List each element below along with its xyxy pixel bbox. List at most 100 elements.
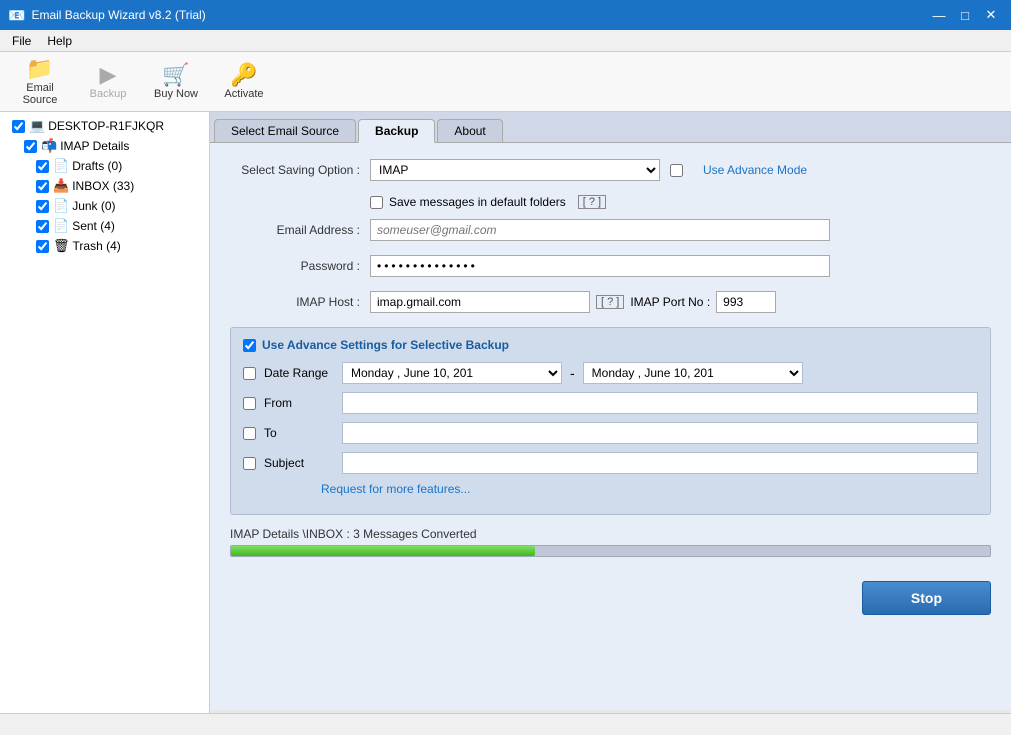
tree-item-root[interactable]: 💻 DESKTOP-R1FJKQR [0, 116, 209, 136]
subject-checkbox[interactable] [243, 457, 256, 470]
date-dash: - [566, 365, 579, 381]
save-default-label: Save messages in default folders [389, 195, 566, 209]
subject-input[interactable] [342, 452, 978, 474]
password-control [370, 255, 830, 277]
email-address-control [370, 219, 830, 241]
tree-label-junk: Junk (0) [72, 199, 115, 213]
date-range-label: Date Range [264, 366, 334, 380]
password-label: Password : [230, 259, 370, 273]
sidebar: 💻 DESKTOP-R1FJKQR 📬 IMAP Details 📄 Draft… [0, 112, 210, 713]
tree-item-sent[interactable]: 📄 Sent (4) [0, 216, 209, 236]
date-range-row: Date Range Monday , June 10, 201 - Monda… [243, 362, 978, 384]
tree-checkbox-junk[interactable] [36, 200, 49, 213]
close-button[interactable]: ✕ [979, 5, 1003, 25]
advance-settings-label: Use Advance Settings for Selective Backu… [262, 338, 509, 352]
menu-help[interactable]: Help [39, 32, 80, 49]
backup-label: Backup [90, 88, 127, 100]
buy-now-button[interactable]: 🛒 Buy Now [144, 56, 208, 108]
from-row: From [243, 392, 978, 414]
save-default-row: Save messages in default folders [ ? ] [370, 195, 991, 209]
status-bar [0, 713, 1011, 735]
tab-about[interactable]: About [437, 119, 502, 142]
tree-item-drafts[interactable]: 📄 Drafts (0) [0, 156, 209, 176]
to-input[interactable] [342, 422, 978, 444]
tree-checkbox-root[interactable] [12, 120, 25, 133]
tab-content-backup: Select Saving Option : IMAP PST EML MBOX… [210, 143, 1011, 710]
stop-button-row: Stop [230, 581, 991, 615]
to-row: To [243, 422, 978, 444]
imap-host-row: IMAP Host : [ ? ] IMAP Port No : [230, 291, 991, 313]
menu-file[interactable]: File [4, 32, 39, 49]
date-to-select[interactable]: Monday , June 10, 201 [583, 362, 803, 384]
from-checkbox[interactable] [243, 397, 256, 410]
email-source-icon: 📁 [26, 58, 53, 80]
imap-host-control: [ ? ] IMAP Port No : [370, 291, 830, 313]
backup-icon: ▶ [100, 64, 117, 86]
tree-label-root: DESKTOP-R1FJKQR [48, 119, 164, 133]
tab-bar: Select Email Source Backup About [210, 112, 1011, 143]
imap-host-input[interactable] [370, 291, 590, 313]
tree-checkbox-drafts[interactable] [36, 160, 49, 173]
progress-text: IMAP Details \INBOX : 3 Messages Convert… [230, 527, 991, 541]
date-range-checkbox[interactable] [243, 367, 256, 380]
menu-bar: File Help [0, 30, 1011, 52]
tree-item-inbox[interactable]: 📥 INBOX (33) [0, 176, 209, 196]
tab-backup[interactable]: Backup [358, 119, 435, 143]
saving-option-row: Select Saving Option : IMAP PST EML MBOX… [230, 159, 991, 181]
save-default-help[interactable]: [ ? ] [578, 195, 606, 209]
tree-item-imap[interactable]: 📬 IMAP Details [0, 136, 209, 156]
app-title: Email Backup Wizard v8.2 (Trial) [31, 8, 205, 22]
advance-settings-header: Use Advance Settings for Selective Backu… [243, 338, 978, 352]
tree-checkbox-imap[interactable] [24, 140, 37, 153]
progress-area: IMAP Details \INBOX : 3 Messages Convert… [230, 527, 991, 561]
activate-label: Activate [224, 88, 263, 100]
email-source-button[interactable]: 📁 Email Source [8, 56, 72, 108]
tree-label-sent: Sent (4) [72, 219, 115, 233]
tree-checkbox-sent[interactable] [36, 220, 49, 233]
save-default-checkbox[interactable] [370, 196, 383, 209]
saving-option-select[interactable]: IMAP PST EML MBOX [370, 159, 660, 181]
email-address-label: Email Address : [230, 223, 370, 237]
email-address-row: Email Address : [230, 219, 991, 241]
app-icon: 📧 [8, 7, 25, 24]
junk-icon: 📄 [53, 198, 69, 214]
minimize-button[interactable]: — [927, 5, 951, 25]
stop-button[interactable]: Stop [862, 581, 991, 615]
maximize-button[interactable]: □ [953, 5, 977, 25]
activate-button[interactable]: 🔑 Activate [212, 56, 276, 108]
imap-icon: 📬 [41, 138, 57, 154]
advance-mode-checkbox[interactable] [670, 164, 683, 177]
date-range-controls: Monday , June 10, 201 - Monday , June 10… [342, 362, 803, 384]
imap-host-label: IMAP Host : [230, 295, 370, 309]
password-input[interactable] [370, 255, 830, 277]
trash-icon: 🗑 [53, 238, 70, 254]
from-label: From [264, 396, 334, 410]
password-row: Password : [230, 255, 991, 277]
imap-port-input[interactable] [716, 291, 776, 313]
tree-checkbox-inbox[interactable] [36, 180, 49, 193]
saving-option-control: IMAP PST EML MBOX Use Advance Mode [370, 159, 830, 181]
saving-option-label: Select Saving Option : [230, 163, 370, 177]
inbox-icon: 📥 [53, 178, 69, 194]
request-link[interactable]: Request for more features... [321, 482, 470, 496]
from-input[interactable] [342, 392, 978, 414]
advance-settings-checkbox[interactable] [243, 339, 256, 352]
tree-checkbox-trash[interactable] [36, 240, 49, 253]
to-checkbox[interactable] [243, 427, 256, 440]
sent-icon: 📄 [53, 218, 69, 234]
backup-button[interactable]: ▶ Backup [76, 56, 140, 108]
tree-item-trash[interactable]: 🗑 Trash (4) [0, 236, 209, 256]
email-address-input[interactable] [370, 219, 830, 241]
tab-select-email-source[interactable]: Select Email Source [214, 119, 356, 142]
title-bar: 📧 Email Backup Wizard v8.2 (Trial) — □ ✕ [0, 0, 1011, 30]
date-from-select[interactable]: Monday , June 10, 201 [342, 362, 562, 384]
buy-now-label: Buy Now [154, 88, 198, 100]
request-row: Request for more features... [243, 482, 978, 496]
tree-label-imap: IMAP Details [60, 139, 129, 153]
imap-host-help[interactable]: [ ? ] [596, 295, 624, 309]
advance-mode-label[interactable]: Use Advance Mode [703, 163, 807, 177]
tree-label-drafts: Drafts (0) [72, 159, 122, 173]
tree-item-junk[interactable]: 📄 Junk (0) [0, 196, 209, 216]
email-source-label: Email Source [11, 82, 69, 106]
buy-now-icon: 🛒 [162, 64, 189, 86]
